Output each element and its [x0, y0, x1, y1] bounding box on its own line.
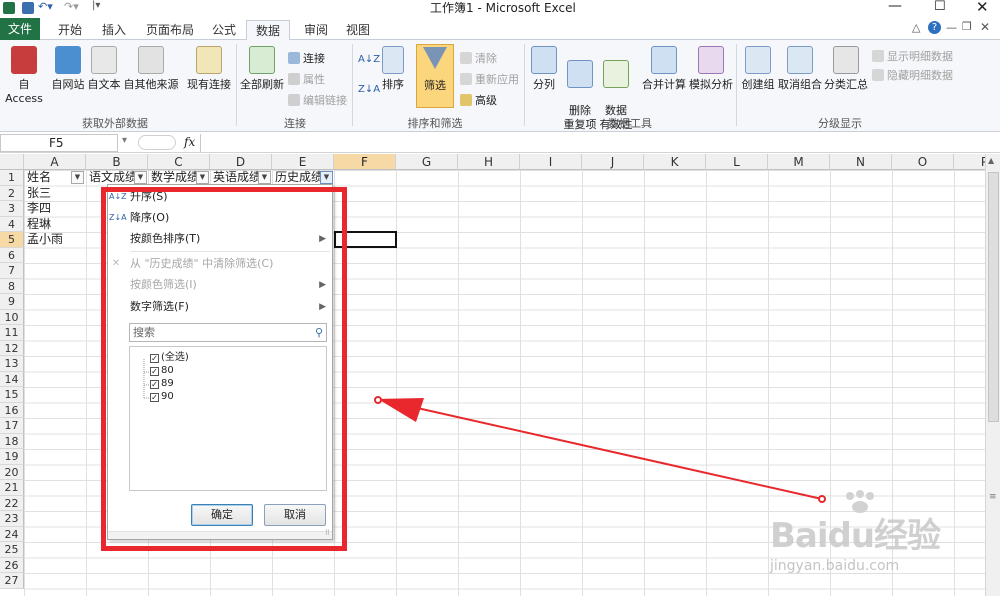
- excel-window: ↶▾ ↷▾ |▾ 工作簿1 - Microsoft Excel — ☐ ✕ 文件…: [0, 0, 1000, 596]
- watermark-brand: Baidu经验: [770, 516, 941, 556]
- watermark-url: jingyan.baidu.com: [770, 558, 900, 574]
- baidu-watermark: Baidu经验 jingyan.baidu.com: [770, 490, 1000, 590]
- annotation-arrow-head-dot: [374, 396, 382, 404]
- annotation-arrow-head: [378, 398, 424, 422]
- annotation-arrow-shaft: [394, 402, 823, 500]
